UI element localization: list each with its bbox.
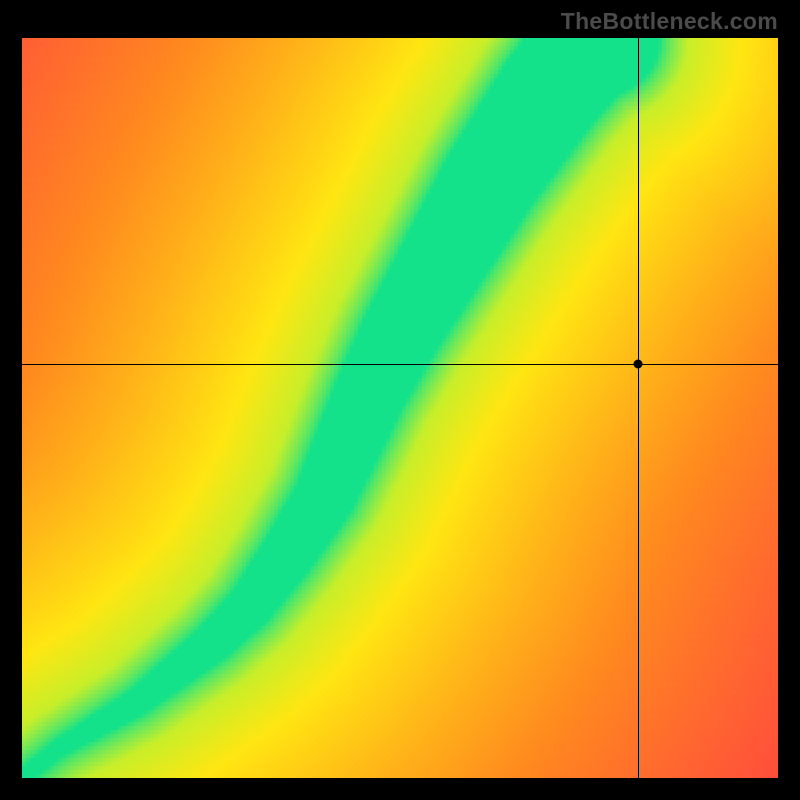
- chart-container: TheBottleneck.com: [0, 0, 800, 800]
- crosshair-vertical: [638, 38, 639, 778]
- marker-dot: [634, 359, 643, 368]
- heatmap-canvas: [22, 38, 778, 778]
- plot-area: [22, 38, 778, 778]
- watermark-text: TheBottleneck.com: [561, 8, 778, 35]
- crosshair-horizontal: [22, 364, 778, 365]
